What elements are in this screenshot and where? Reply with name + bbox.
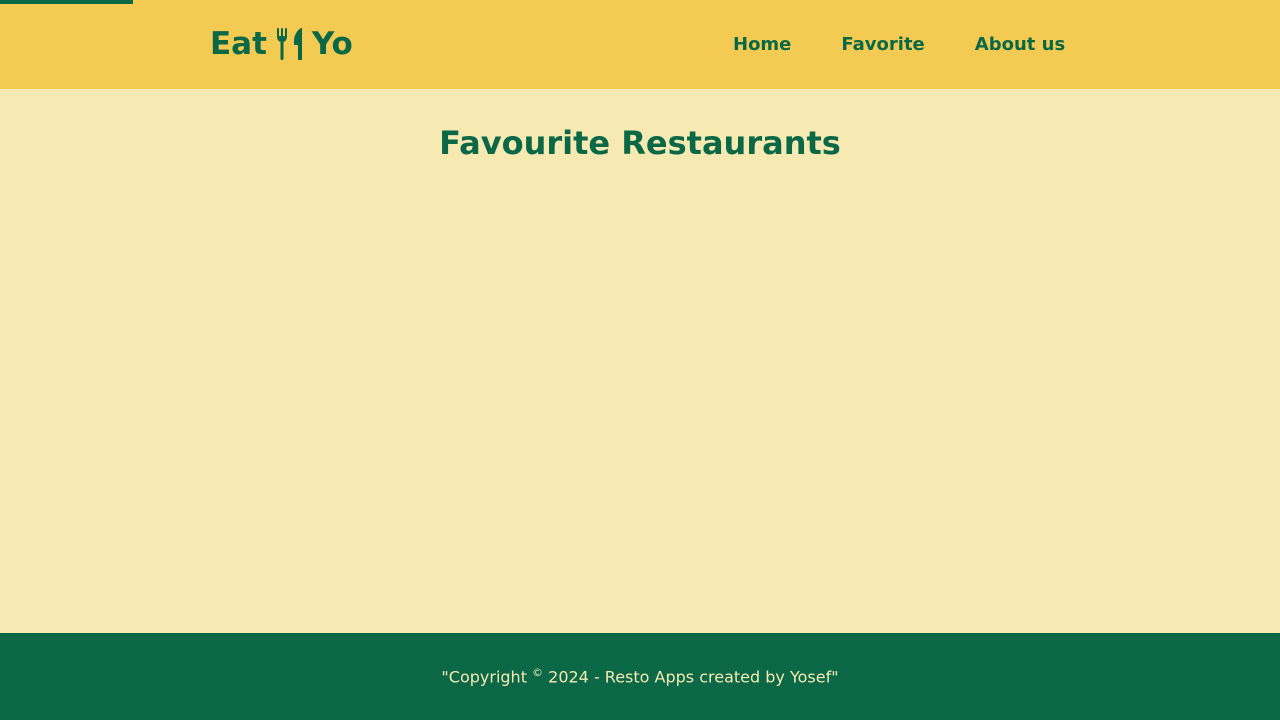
- nav-link-favorite[interactable]: Favorite: [841, 34, 924, 55]
- copyright-symbol: ©: [532, 666, 544, 680]
- favorite-restaurant-list: [0, 189, 1280, 609]
- page-title: Favourite Restaurants: [439, 124, 841, 162]
- logo-text-right: Yo: [311, 26, 353, 62]
- site-header: Eat Yo Home Favorite About us: [0, 0, 1280, 89]
- page-progress-bar: [0, 0, 134, 4]
- site-logo[interactable]: Eat Yo: [210, 22, 353, 66]
- main-nav: Home Favorite About us: [733, 30, 1065, 58]
- copyright-text: "Copyright © 2024 - Resto Apps created b…: [441, 666, 838, 686]
- main-content: Favourite Restaurants: [0, 89, 1280, 633]
- fork-knife-icon: [275, 27, 305, 61]
- copyright-text-after: 2024 - Resto Apps created by Yosef": [543, 667, 839, 687]
- site-footer: "Copyright © 2024 - Resto Apps created b…: [0, 633, 1280, 720]
- copyright-text-before: "Copyright: [441, 667, 533, 687]
- nav-link-home[interactable]: Home: [733, 34, 791, 55]
- logo-text-left: Eat: [210, 26, 267, 62]
- nav-link-about-us[interactable]: About us: [975, 34, 1065, 55]
